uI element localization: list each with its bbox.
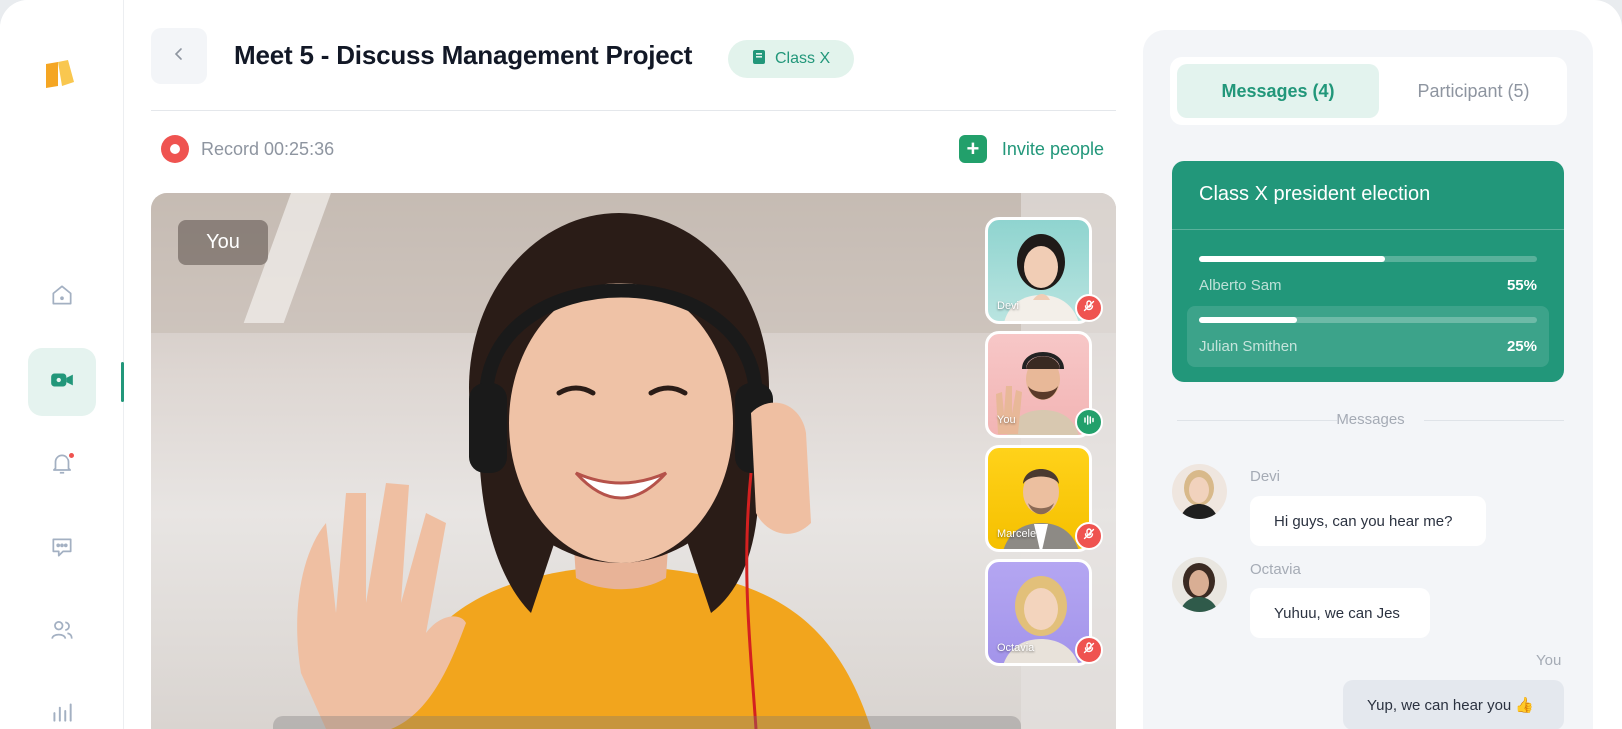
chat-icon bbox=[49, 534, 75, 565]
message-bubble: Hi guys, can you hear me? bbox=[1250, 496, 1486, 546]
participant-name: Octavia bbox=[997, 642, 1035, 654]
mic-muted-badge bbox=[1075, 294, 1103, 322]
poll-option-percent: 25% bbox=[1506, 338, 1537, 355]
invite-label: Invite people bbox=[1001, 138, 1104, 159]
mic-muted-badge bbox=[1075, 636, 1103, 664]
video-icon bbox=[49, 367, 75, 398]
audio-wave-icon bbox=[1083, 413, 1095, 431]
mic-off-icon bbox=[1083, 527, 1095, 545]
poll-option-name: Julian Smithen bbox=[1199, 338, 1298, 355]
poll-bar-fill bbox=[1199, 256, 1385, 262]
invite-people-button[interactable]: + Invite people bbox=[958, 135, 1104, 163]
nav-home[interactable] bbox=[28, 263, 96, 331]
avatar bbox=[1172, 557, 1227, 612]
meeting-area: Meet 5 - Discuss Management Project Clas… bbox=[151, 0, 1116, 729]
nav-meeting[interactable] bbox=[28, 348, 96, 416]
poll-bar-fill bbox=[1199, 317, 1298, 323]
nav-notifications[interactable] bbox=[28, 431, 96, 499]
poll-option-name: Alberto Sam bbox=[1199, 277, 1282, 294]
back-button[interactable] bbox=[151, 28, 207, 84]
nav-people[interactable] bbox=[28, 598, 96, 666]
poll-bar-track bbox=[1199, 256, 1537, 262]
poll-title: Class X president election bbox=[1199, 183, 1431, 205]
message-sender: You bbox=[1536, 652, 1562, 669]
messages-separator: Messages bbox=[1177, 411, 1564, 431]
logo bbox=[44, 60, 76, 88]
chart-icon bbox=[49, 699, 75, 729]
speaking-badge bbox=[1075, 408, 1103, 436]
mic-off-icon bbox=[1083, 641, 1095, 659]
record-status: Record 00:25:36 bbox=[161, 135, 334, 163]
tab-messages[interactable]: Messages (4) bbox=[1177, 64, 1379, 118]
record-timer: Record 00:25:36 bbox=[201, 138, 335, 159]
poll-card: Class X president election Alberto Sam 5… bbox=[1172, 161, 1564, 382]
panel-tabs: Messages (4) Participant (5) bbox=[1170, 57, 1567, 125]
active-nav-indicator bbox=[121, 362, 124, 402]
record-icon bbox=[161, 135, 189, 163]
poll-option-percent: 55% bbox=[1506, 277, 1537, 294]
message-sender: Devi bbox=[1250, 468, 1281, 485]
main-video[interactable]: You Devi You Marcele Octavia bbox=[151, 193, 1116, 729]
users-icon bbox=[49, 617, 75, 648]
speaker-video-frame bbox=[151, 193, 1116, 729]
book-icon bbox=[752, 49, 766, 70]
message-bubble: Yuhuu, we can Jes bbox=[1250, 588, 1430, 638]
meeting-title: Meet 5 - Discuss Management Project bbox=[234, 40, 693, 70]
speaker-name-label: You bbox=[178, 220, 268, 265]
call-controls-bar[interactable] bbox=[273, 716, 1021, 729]
home-icon bbox=[49, 282, 75, 313]
participant-name: Marcele bbox=[997, 528, 1037, 540]
poll-bar-track bbox=[1199, 317, 1537, 323]
class-badge-label: Class X bbox=[775, 50, 831, 67]
poll-divider bbox=[1172, 229, 1564, 230]
messages-heading: Messages bbox=[1336, 411, 1405, 428]
participant-name: You bbox=[997, 414, 1016, 426]
side-panel: Messages (4) Participant (5) Class X pre… bbox=[1143, 30, 1593, 729]
avatar bbox=[1172, 464, 1227, 519]
message-bubble: Yup, we can hear you 👍 bbox=[1343, 680, 1564, 729]
mic-off-icon bbox=[1083, 299, 1095, 317]
poll-option[interactable]: Alberto Sam 55% bbox=[1187, 245, 1549, 306]
notification-dot bbox=[67, 451, 76, 460]
header-divider bbox=[151, 110, 1116, 111]
poll-option[interactable]: Julian Smithen 25% bbox=[1187, 306, 1549, 367]
app-window: Meet 5 - Discuss Management Project Clas… bbox=[0, 0, 1622, 729]
nav-reports[interactable] bbox=[28, 680, 96, 729]
plus-icon: + bbox=[958, 135, 987, 163]
participant-name: Devi bbox=[997, 300, 1020, 312]
message-sender: Octavia bbox=[1250, 561, 1301, 578]
chevron-left-icon bbox=[171, 46, 187, 67]
class-badge[interactable]: Class X bbox=[728, 40, 855, 78]
nav-chat[interactable] bbox=[28, 515, 96, 583]
sidebar bbox=[0, 0, 124, 729]
mic-muted-badge bbox=[1075, 522, 1103, 550]
tab-participants[interactable]: Participant (5) bbox=[1387, 64, 1560, 118]
